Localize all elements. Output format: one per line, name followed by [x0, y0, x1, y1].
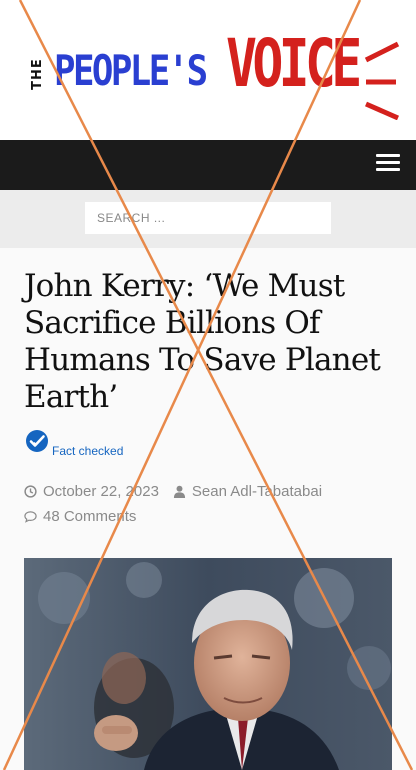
post-date-text[interactable]: October 22, 2023	[43, 483, 159, 500]
logo-voice-text: VOICE	[226, 25, 362, 102]
search-input[interactable]	[85, 202, 331, 234]
post-date: October 22, 2023	[24, 483, 159, 500]
post-comments: 48 Comments	[24, 508, 136, 525]
site-logo[interactable]: THE PEOPLE'S VOICE	[24, 10, 404, 120]
site-header: THE PEOPLE'S VOICE	[0, 0, 416, 140]
hamburger-menu-icon[interactable]	[376, 154, 400, 174]
post-comments-count[interactable]: 48 Comments	[43, 508, 136, 525]
fact-checked-label[interactable]: Fact checked	[52, 444, 123, 458]
comment-icon	[24, 510, 37, 523]
clock-icon	[24, 484, 37, 498]
article-title: John Kerry: ‘We Must Sacrifice Billions …	[24, 268, 381, 415]
checkmark-badge-icon	[26, 430, 48, 452]
user-icon	[173, 485, 185, 498]
logo-megaphone-lines-icon	[364, 41, 400, 120]
logo-peoples-text: PEOPLE'S	[54, 46, 208, 95]
article-meta: October 22, 2023 Sean Adl-Tabatabai 48 C…	[24, 482, 336, 532]
post-author: Sean Adl-Tabatabai	[173, 483, 322, 500]
article: John Kerry: ‘We Must Sacrifice Billions …	[0, 248, 416, 770]
post-author-name[interactable]: Sean Adl-Tabatabai	[192, 483, 322, 500]
article-featured-image[interactable]	[24, 558, 392, 770]
search-band	[0, 190, 416, 248]
fact-checked-badge[interactable]: Fact checked	[24, 428, 123, 458]
logo-the-text: THE	[30, 58, 45, 90]
nav-bar	[0, 140, 416, 190]
